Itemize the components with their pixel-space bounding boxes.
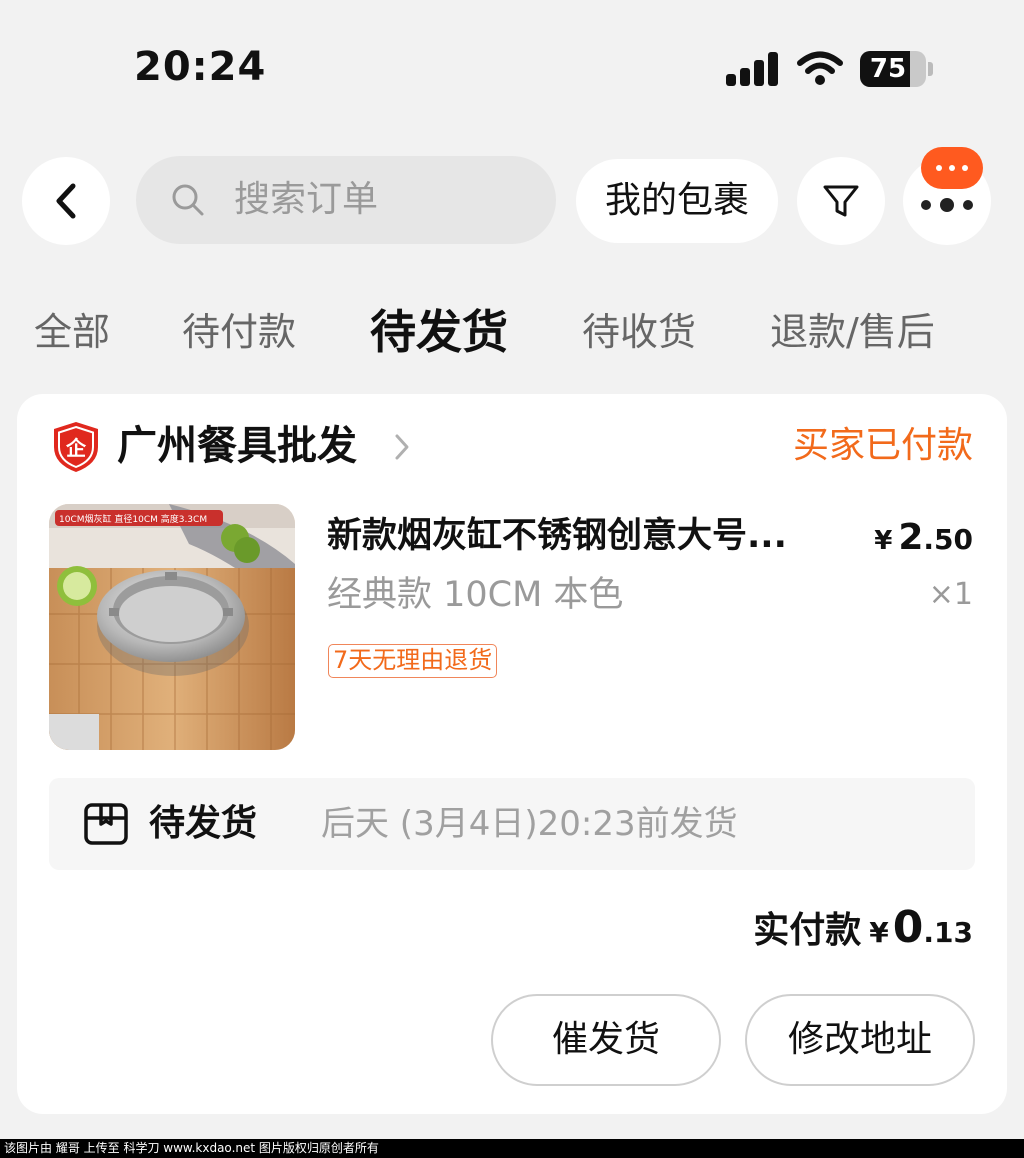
search-icon [172,184,204,216]
product-quantity: ×1 [928,577,973,612]
tab-pending-shipment[interactable]: 待发货 [370,300,508,364]
battery-level: 75 [869,54,907,84]
order-tabs: 全部 待付款 待发货 待收货 退款/售后 [0,300,1024,364]
tab-pending-receipt[interactable]: 待收货 [582,300,696,364]
message-badge-icon[interactable] [921,147,983,189]
return-policy-tag: 7天无理由退货 [328,644,498,678]
shop-name[interactable]: 广州餐具批发 [117,418,357,474]
cellular-signal-icon [726,52,780,86]
enterprise-shield-icon: 企 [54,422,98,472]
shipping-status-label: 待发货 [149,803,258,844]
product-title[interactable]: 新款烟灰缸不锈钢创意大号... [327,510,847,562]
shipping-status-box[interactable]: 待发货 后天 (3月4日)20:23前发货 [49,778,975,870]
chevron-right-icon[interactable] [391,432,413,462]
amount-paid: 实付款 ¥0.13 [753,902,973,953]
chevron-left-icon [56,183,76,219]
tab-refund-aftersale[interactable]: 退款/售后 [770,300,935,364]
my-packages-button[interactable]: 我的包裹 [576,159,778,243]
product-spec: 经典款 10CM 本色 [327,575,624,615]
watermark-text: 该图片由 耀哥 上传至 科学刀 www.kxdao.net 图片版权归原创者所有 [0,1139,1024,1158]
wifi-icon [797,51,843,85]
status-bar: 20:24 75 [0,0,1024,130]
product-image-caption: 10CM烟灰缸 直径10CM 高度3.3CM [59,513,207,525]
back-button[interactable] [22,157,110,245]
order-card[interactable]: 企 广州餐具批发 买家已付款 10CM烟灰缸 直径10CM 高度3.3CM 新款… [17,394,1007,1114]
search-placeholder: 搜索订单 [234,179,379,220]
filter-button[interactable] [797,157,885,245]
product-image[interactable]: 10CM烟灰缸 直径10CM 高度3.3CM [49,504,295,750]
tab-pending-payment[interactable]: 待付款 [182,300,296,364]
filter-icon [823,185,859,217]
change-address-button[interactable]: 修改地址 [745,994,975,1086]
urge-shipment-button[interactable]: 催发货 [491,994,721,1086]
search-input[interactable]: 搜索订单 [136,156,556,244]
shipping-deadline: 后天 (3月4日)20:23前发货 [321,804,738,844]
package-box-icon [84,803,128,845]
status-time: 20:24 [134,44,267,90]
more-dots-icon [921,198,973,212]
battery-icon: 75 [860,51,933,87]
shop-badge-glyph: 企 [65,436,87,460]
ashtray-product-picture: 10CM烟灰缸 直径10CM 高度3.3CM [49,504,295,750]
order-status: 买家已付款 [792,425,973,466]
product-price: ¥2.50 [874,517,973,558]
tab-all[interactable]: 全部 [34,300,110,364]
